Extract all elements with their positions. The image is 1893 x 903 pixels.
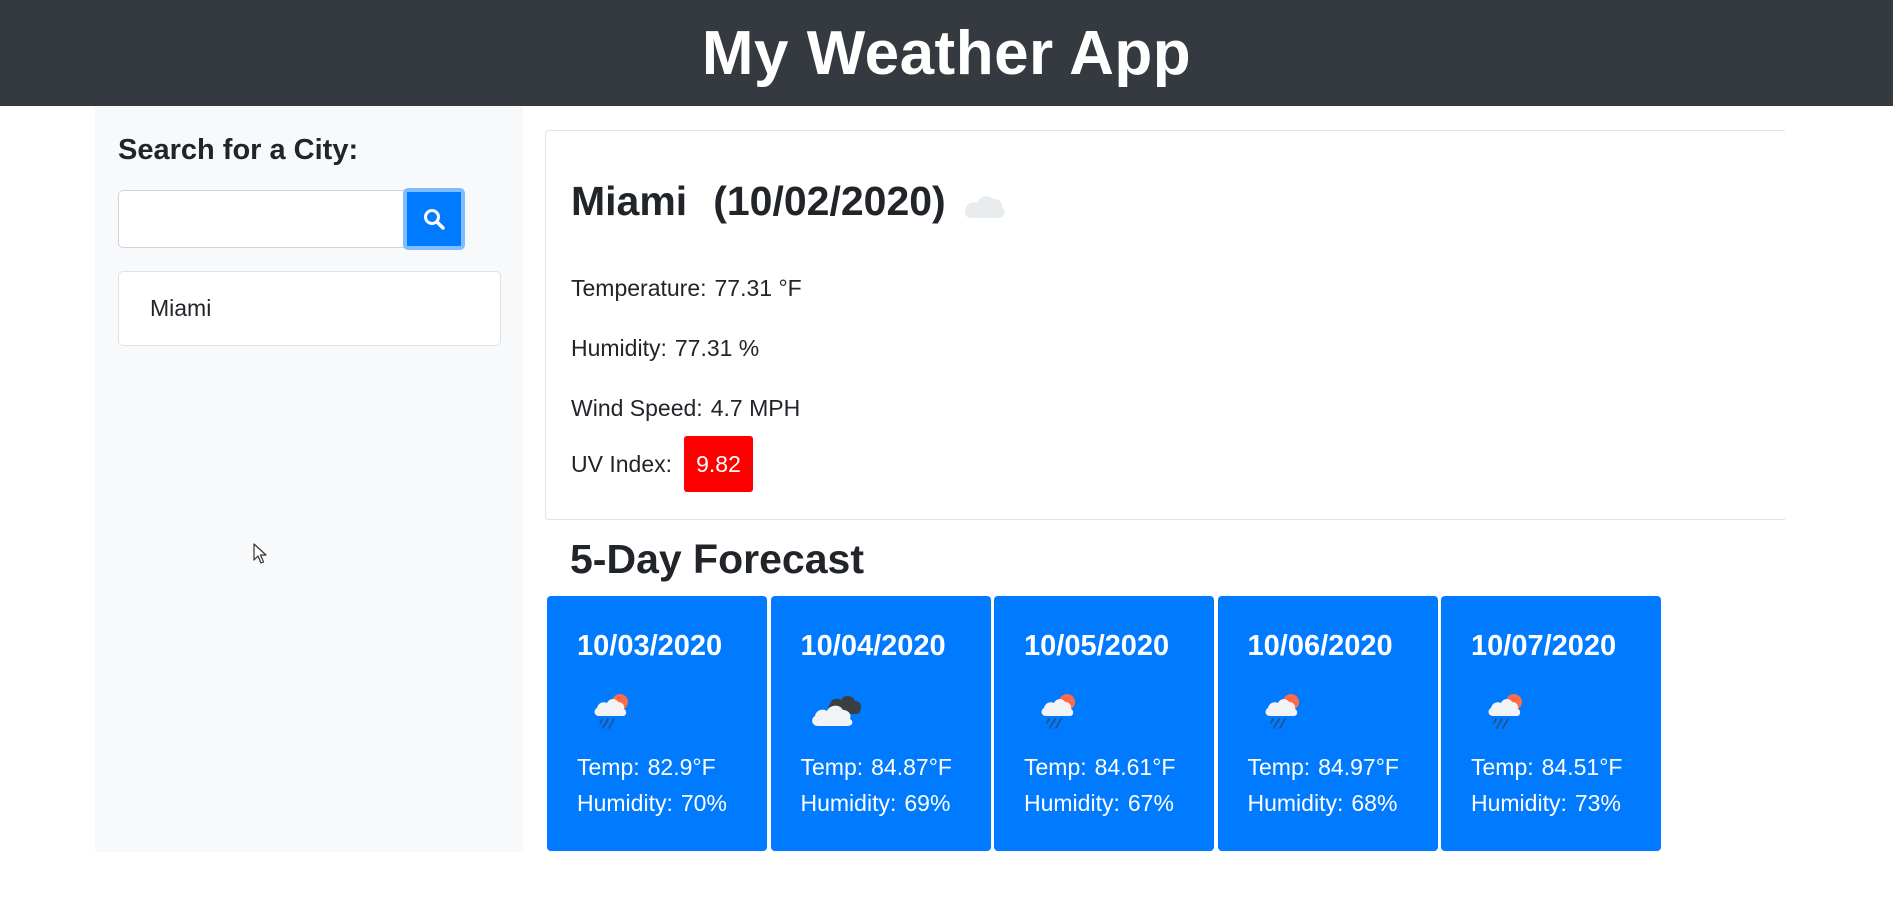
uv-index-row: UV Index: 9.82	[571, 436, 753, 492]
search-icon	[424, 209, 445, 230]
forecast-humidity-label: Humidity:	[577, 790, 673, 816]
forecast-humidity-value: 69%	[904, 790, 951, 816]
forecast-card: 10/03/2020 Temp: 82.9°F Humidity: 70%	[547, 596, 767, 851]
search-heading: Search for a City:	[118, 134, 359, 166]
forecast-temp: Temp: 84.87°F	[801, 754, 952, 781]
forecast-temp-label: Temp:	[1024, 754, 1087, 780]
wind-speed-label: Wind Speed:	[571, 395, 703, 421]
uv-index-badge: 9.82	[684, 436, 753, 492]
app-header: My Weather App	[0, 0, 1893, 106]
forecast-temp-label: Temp:	[1247, 754, 1311, 780]
forecast-temp-value: 84.61°F	[1094, 754, 1176, 780]
forecast-heading: 5-Day Forecast	[570, 536, 864, 582]
search-button[interactable]	[403, 188, 465, 250]
mouse-cursor-icon	[253, 543, 267, 564]
forecast-humidity-value: 73%	[1574, 790, 1621, 816]
rain-sun-icon	[1265, 694, 1299, 729]
temperature-row: Temperature: 77.31 °F	[571, 275, 802, 302]
temperature-value: 77.31 °F	[714, 275, 802, 301]
forecast-temp: Temp: 84.51°F	[1471, 754, 1622, 781]
forecast-humidity: Humidity: 70%	[577, 790, 727, 817]
forecast-humidity-label: Humidity:	[1024, 790, 1120, 816]
current-city-name: Miami	[571, 178, 688, 224]
current-date: (10/02/2020)	[713, 178, 946, 224]
wind-speed-value: 4.7 MPH	[710, 395, 801, 421]
wind-speed-row: Wind Speed: 4.7 MPH	[571, 395, 800, 422]
sidebar: Search for a City: Miami	[95, 106, 523, 852]
forecast-humidity-value: 67%	[1127, 790, 1174, 816]
forecast-humidity: Humidity: 69%	[801, 790, 951, 817]
forecast-date: 10/06/2020	[1247, 630, 1393, 662]
forecast-temp-label: Temp:	[1471, 754, 1534, 780]
city-search-input[interactable]	[118, 190, 408, 248]
app-title: My Weather App	[701, 18, 1192, 88]
forecast-humidity-label: Humidity:	[1247, 790, 1344, 816]
city-history-list: Miami	[118, 271, 501, 346]
forecast-temp-label: Temp:	[577, 754, 640, 780]
forecast-temp-value: 84.51°F	[1541, 754, 1623, 780]
forecast-temp-label: Temp:	[800, 754, 864, 780]
humidity-value: 77.31 %	[674, 335, 760, 361]
rain-sun-icon	[1488, 694, 1522, 729]
forecast-temp: Temp: 82.9°F	[577, 754, 716, 781]
uv-index-label: UV Index:	[571, 450, 672, 477]
forecast-row: 10/03/2020 Temp: 82.9°F Humidity: 70% 10/0…	[547, 596, 1665, 851]
temperature-label: Temperature:	[571, 275, 707, 301]
forecast-humidity: Humidity: 68%	[1248, 790, 1398, 817]
humidity-label: Humidity:	[571, 335, 667, 361]
forecast-temp-value: 84.87°F	[871, 754, 952, 780]
cloud-icon	[964, 195, 1005, 218]
current-city-title: Miami (10/02/2020)	[571, 178, 1008, 225]
forecast-date: 10/05/2020	[1024, 630, 1170, 662]
forecast-humidity: Humidity: 73%	[1471, 790, 1621, 817]
forecast-humidity-label: Humidity:	[800, 790, 897, 816]
current-weather-card: Miami (10/02/2020) Temperature: 77.31 °F …	[545, 130, 1785, 520]
forecast-humidity-value: 68%	[1351, 790, 1398, 816]
forecast-card: 10/04/2020 Temp: 84.87°F Humidity: 69%	[770, 596, 991, 851]
forecast-date: 10/04/2020	[800, 630, 946, 662]
humidity-row: Humidity: 77.31 %	[571, 335, 759, 362]
forecast-card: 10/05/2020 Temp: 84.61°F Humidity: 67%	[994, 596, 1214, 851]
forecast-date: 10/07/2020	[1471, 630, 1617, 662]
forecast-humidity-label: Humidity:	[1471, 790, 1567, 816]
broken-clouds-icon	[811, 695, 861, 726]
forecast-card: 10/07/2020 Temp: 84.51°F Humidity: 73%	[1441, 596, 1661, 851]
city-history-item[interactable]: Miami	[118, 271, 501, 346]
forecast-temp-value: 84.97°F	[1318, 754, 1399, 780]
rain-sun-icon	[1041, 694, 1075, 729]
rain-sun-icon	[594, 694, 628, 729]
forecast-humidity-value: 70%	[680, 790, 727, 816]
forecast-temp: Temp: 84.61°F	[1024, 754, 1175, 781]
forecast-card: 10/06/2020 Temp: 84.97°F Humidity: 68%	[1217, 596, 1438, 851]
forecast-humidity: Humidity: 67%	[1024, 790, 1174, 817]
forecast-temp-value: 82.9°F	[647, 754, 716, 780]
forecast-temp: Temp: 84.97°F	[1248, 754, 1399, 781]
forecast-date: 10/03/2020	[577, 630, 723, 662]
